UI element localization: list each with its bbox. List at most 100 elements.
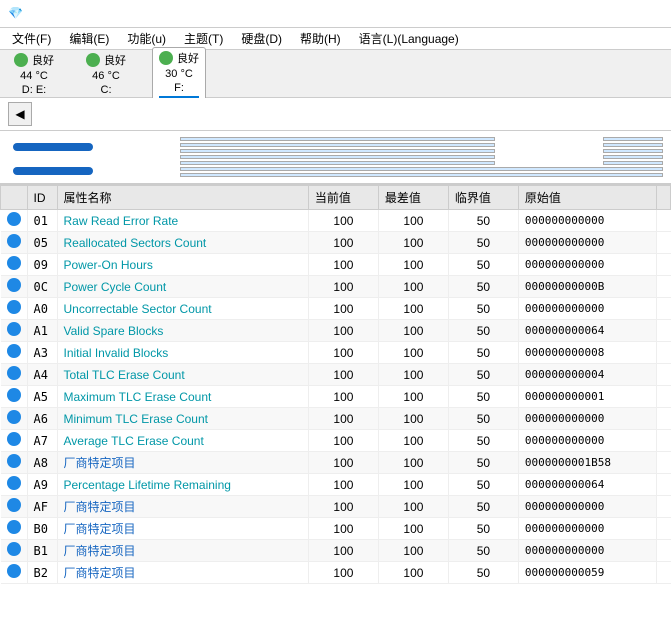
col-icon [1,186,28,210]
table-row[interactable]: 01 Raw Read Error Rate 100 100 50 000000… [1,210,671,232]
row-current: 100 [308,364,378,386]
row-attr-name: Raw Read Error Rate [57,210,308,232]
menu-item-语言[interactable]: 语言(L)(Language) [351,28,467,49]
info-section [0,131,671,184]
row-current: 100 [308,342,378,364]
row-worst: 100 [378,518,448,540]
row-current: 100 [308,320,378,342]
table-row[interactable]: 09 Power-On Hours 100 100 50 00000000000… [1,254,671,276]
smart-table: ID 属性名称 当前值 最差值 临界值 原始值 01 Raw Read Erro… [0,185,671,584]
row-attr-name: Power-On Hours [57,254,308,276]
col-scroll [657,186,671,210]
row-thresh: 50 [448,430,518,452]
drive-tab-1[interactable]: 良好 46 °C C: [80,50,132,98]
row-worst: 100 [378,210,448,232]
power-cycles-label [499,155,599,159]
table-row[interactable]: A9 Percentage Lifetime Remaining 100 100… [1,474,671,496]
maximize-button[interactable] [603,3,633,25]
table-row[interactable]: A4 Total TLC Erase Count 100 100 50 0000… [1,364,671,386]
row-id: A4 [27,364,57,386]
row-thresh: 50 [448,452,518,474]
table-row[interactable]: AF 厂商特定项目 100 100 50 000000000000 [1,496,671,518]
row-thresh: 50 [448,518,518,540]
menu-item-主题[interactable]: 主题(T) [176,28,231,49]
row-status-icon [7,344,21,358]
row-attr-name: Total TLC Erase Count [57,364,308,386]
menu-bar: 文件(F)编辑(E)功能(u)主题(T)硬盘(D)帮助(H)语言(L)(Lang… [0,28,671,50]
table-row[interactable]: A3 Initial Invalid Blocks 100 100 50 000… [1,342,671,364]
firmware-value [180,137,495,141]
info-row-features [106,173,663,177]
main-content: ◀ [0,98,671,641]
col-raw: 原始值 [518,186,656,210]
row-id: A1 [27,320,57,342]
nand-write-value [603,149,663,153]
row-icon-cell [1,386,28,408]
row-worst: 100 [378,430,448,452]
app-icon: 💎 [8,6,24,22]
row-status-icon [7,410,21,424]
minimize-button[interactable] [573,3,603,25]
table-row[interactable]: B0 厂商特定项目 100 100 50 000000000000 [1,518,671,540]
row-status-icon [7,300,21,314]
row-current: 100 [308,540,378,562]
table-row[interactable]: B1 厂商特定项目 100 100 50 000000000000 [1,540,671,562]
row-thresh: 50 [448,342,518,364]
row-worst: 100 [378,562,448,584]
menu-item-硬盘[interactable]: 硬盘(D) [233,28,290,49]
row-icon-cell [1,298,28,320]
power-hours-value [603,161,663,165]
table-row[interactable]: A1 Valid Spare Blocks 100 100 50 0000000… [1,320,671,342]
menu-item-文件[interactable]: 文件(F) [4,28,59,49]
row-thresh: 50 [448,496,518,518]
status-dot-2 [159,51,173,65]
table-row[interactable]: A5 Maximum TLC Erase Count 100 100 50 00… [1,386,671,408]
menu-item-编辑[interactable]: 编辑(E) [61,28,117,49]
row-raw: 000000000059 [518,562,656,584]
row-worst: 100 [378,364,448,386]
row-icon-cell [1,496,28,518]
row-attr-name: Valid Spare Blocks [57,320,308,342]
table-row[interactable]: A7 Average TLC Erase Count 100 100 50 00… [1,430,671,452]
row-icon-cell [1,342,28,364]
standard-value [180,167,663,171]
transfer-value [180,155,495,159]
row-id: 05 [27,232,57,254]
power-hours-label [499,161,599,165]
row-icon-cell [1,540,28,562]
table-row[interactable]: 05 Reallocated Sectors Count 100 100 50 … [1,232,671,254]
row-thresh: 50 [448,386,518,408]
drive-tab-0[interactable]: 良好 44 °C D: E: [8,50,60,98]
table-row[interactable]: A6 Minimum TLC Erase Count 100 100 50 00… [1,408,671,430]
nav-prev-button[interactable]: ◀ [8,102,32,126]
table-row[interactable]: A8 厂商特定项目 100 100 50 0000000001B58 [1,452,671,474]
close-button[interactable] [633,3,663,25]
row-icon-cell [1,210,28,232]
table-row[interactable]: B2 厂商特定项目 100 100 50 000000000059 [1,562,671,584]
row-status-icon [7,454,21,468]
row-attr-name: Minimum TLC Erase Count [57,408,308,430]
row-thresh: 50 [448,276,518,298]
drive-tab-2[interactable]: 良好 30 °C F: [152,47,206,101]
row-id: A8 [27,452,57,474]
smart-table-container[interactable]: ID 属性名称 当前值 最差值 临界值 原始值 01 Raw Read Erro… [0,184,671,641]
row-id: 09 [27,254,57,276]
col-thresh: 临界值 [448,186,518,210]
row-id: B0 [27,518,57,540]
row-attr-name: Average TLC Erase Count [57,430,308,452]
write-total-label [499,143,599,147]
menu-item-帮助[interactable]: 帮助(H) [292,28,349,49]
menu-item-功能[interactable]: 功能(u) [119,28,174,49]
row-current: 100 [308,518,378,540]
drive-tab-temp-1: 46 °C [92,70,120,82]
row-current: 100 [308,562,378,584]
info-row-interface [106,149,663,153]
row-current: 100 [308,210,378,232]
row-id: 0C [27,276,57,298]
row-attr-name: 厂商特定项目 [57,518,308,540]
drive-tab-letter-2: F: [174,82,184,94]
read-total-value [603,137,663,141]
table-row[interactable]: A0 Uncorrectable Sector Count 100 100 50… [1,298,671,320]
row-thresh: 50 [448,232,518,254]
table-row[interactable]: 0C Power Cycle Count 100 100 50 00000000… [1,276,671,298]
